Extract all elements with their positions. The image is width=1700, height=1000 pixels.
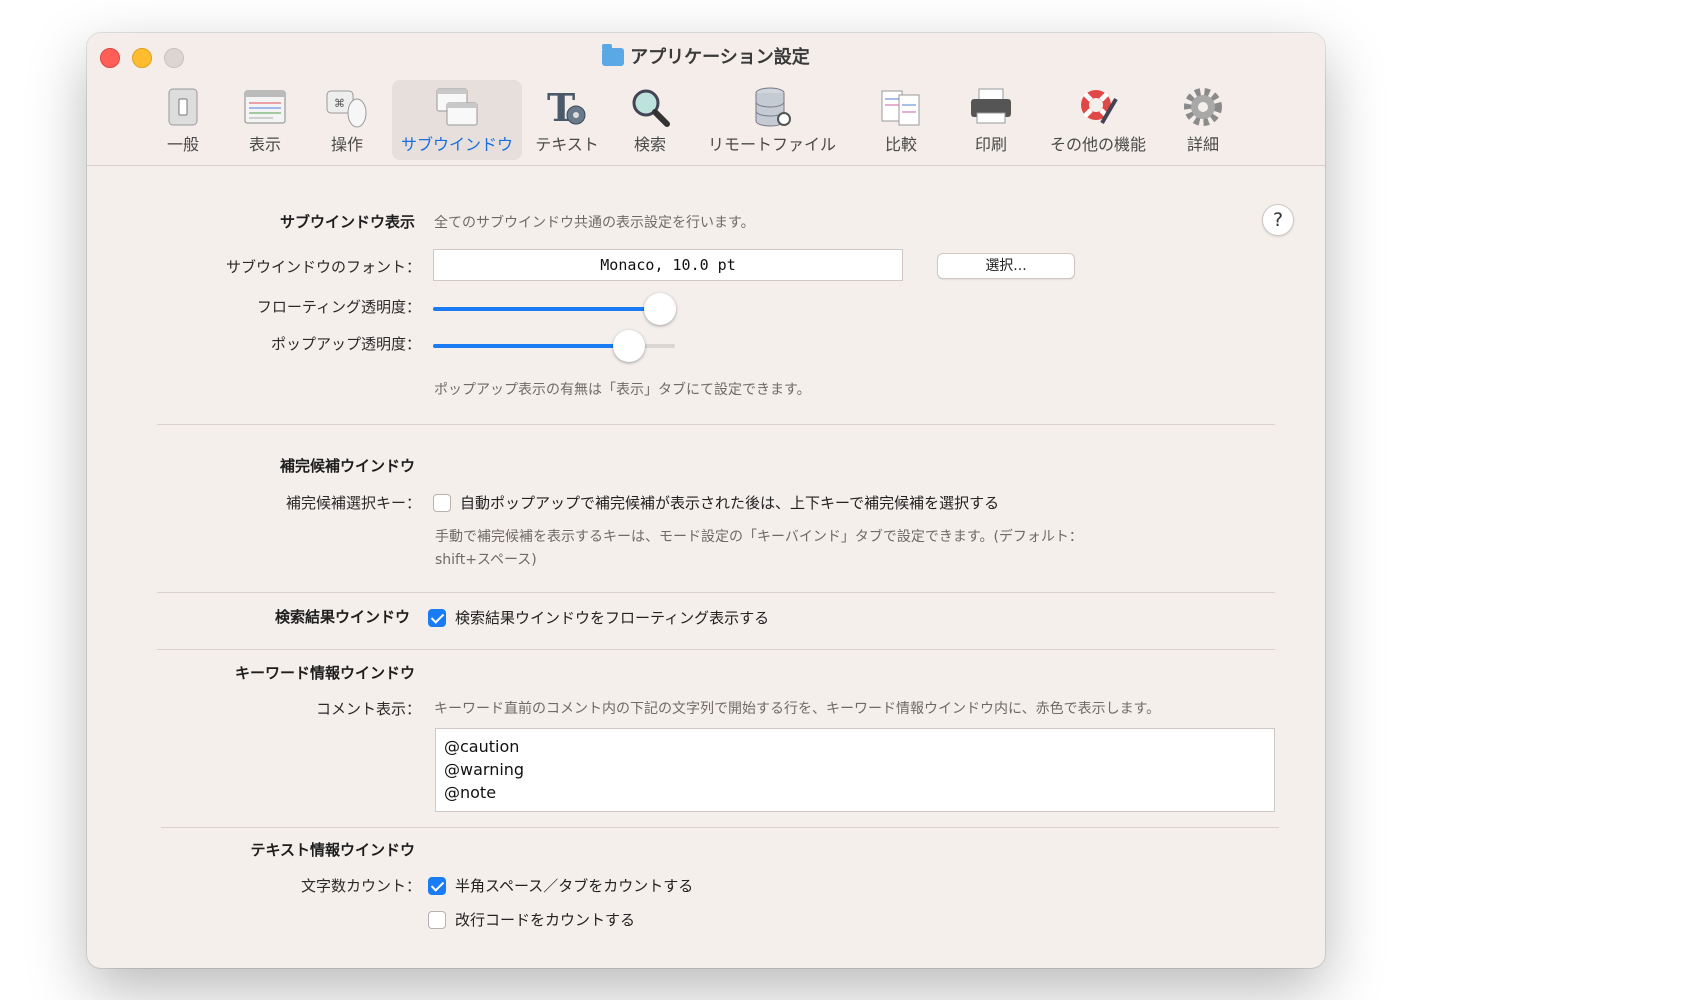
tab-search[interactable]: 検索 — [617, 80, 683, 160]
char-count-label: 文字数カウント： — [300, 877, 421, 895]
subwindow-font-label: サブウインドウのフォント： — [225, 258, 421, 276]
svg-text:⌘: ⌘ — [334, 97, 345, 110]
tab-details[interactable]: 詳細 — [1171, 80, 1235, 160]
tab-subwindow[interactable]: サブウインドウ — [392, 80, 522, 160]
window-title: アプリケーション設定 — [87, 43, 1325, 69]
count-newlines-checkbox[interactable] — [428, 911, 446, 929]
title-bar: アプリケーション設定 一般 表示 ⌘ 操作 サブウインドウ T テキスト 検索 … — [87, 33, 1325, 166]
subwindow-font-field[interactable]: Monaco, 10.0 pt — [433, 249, 903, 281]
separator — [161, 827, 1279, 828]
lifebuoy-pen-icon — [1081, 90, 1118, 125]
tab-other-features[interactable]: その他の機能 — [1043, 80, 1153, 160]
comment-keyword-line: @note — [444, 783, 497, 802]
tab-remote-file[interactable]: リモートファイル — [697, 80, 847, 160]
settings-content: ? サブウインドウ表示 全てのサブウインドウ共通の表示設定を行います。 サブウイ… — [87, 166, 1325, 968]
window-grid-icon — [244, 90, 286, 124]
keyword-info-heading: キーワード情報ウインドウ — [234, 664, 415, 682]
floating-opacity-knob[interactable] — [644, 293, 677, 325]
comment-keyword-line: @warning — [444, 760, 525, 779]
completion-key-label: 補完候補選択キー： — [285, 494, 421, 512]
separator — [157, 592, 1275, 593]
preferences-window: アプリケーション設定 一般 表示 ⌘ 操作 サブウインドウ T テキスト 検索 … — [87, 33, 1325, 968]
printer-icon — [971, 88, 1011, 124]
text-info-heading: テキスト情報ウインドウ — [250, 841, 415, 859]
floating-opacity-slider[interactable] — [433, 293, 677, 325]
tab-text[interactable]: T テキスト — [527, 80, 607, 160]
completion-note-line2: shift+スペース) — [435, 552, 537, 568]
compare-docs-icon — [881, 90, 920, 126]
floating-opacity-label: フローティング透明度： — [256, 298, 421, 316]
tab-display[interactable]: 表示 — [230, 80, 300, 160]
comment-display-label: コメント表示： — [315, 700, 421, 718]
popup-opacity-fill — [433, 344, 630, 348]
tab-print[interactable]: 印刷 — [959, 80, 1023, 160]
help-button[interactable]: ? — [1262, 204, 1294, 236]
database-icon — [755, 87, 791, 127]
select-font-button[interactable]: 選択... — [937, 253, 1075, 279]
search-results-heading: 検索結果ウインドウ — [274, 608, 410, 626]
separator — [157, 424, 1275, 425]
popup-opacity-slider[interactable] — [433, 330, 675, 362]
count-spaces-label[interactable]: 半角スペース／タブをカウントする — [455, 875, 693, 896]
completion-key-checkbox[interactable] — [433, 494, 451, 512]
subwindow-display-description: 全てのサブウインドウ共通の表示設定を行います。 — [434, 215, 755, 231]
tab-operation[interactable]: ⌘ 操作 — [313, 80, 381, 160]
count-spaces-checkbox[interactable] — [428, 877, 446, 895]
comment-keyword-line: @caution — [444, 737, 520, 756]
text-gear-icon: T — [547, 85, 586, 129]
separator — [157, 649, 1275, 650]
popup-note: ポップアップ表示の有無は「表示」タブにて設定できます。 — [434, 382, 811, 398]
gear-icon — [1184, 88, 1222, 126]
search-results-floating-label[interactable]: 検索結果ウインドウをフローティング表示する — [455, 607, 769, 628]
subwindow-icon — [436, 88, 478, 126]
tab-compare[interactable]: 比較 — [869, 80, 933, 160]
tab-general[interactable]: 一般 — [149, 80, 217, 160]
folder-icon — [602, 44, 625, 66]
completion-note-line1: 手動で補完候補を表示するキーは、モード設定の「キーバインド」タブで設定できます。… — [435, 529, 1083, 545]
keyboard-mouse-icon: ⌘ — [326, 90, 367, 128]
popup-opacity-label: ポップアップ透明度： — [270, 335, 421, 353]
magnifier-icon — [632, 89, 670, 127]
subwindow-display-heading: サブウインドウ表示 — [279, 213, 415, 231]
popup-opacity-knob[interactable] — [613, 330, 646, 362]
completion-key-checkbox-label[interactable]: 自動ポップアップで補完候補が表示された後は、上下キーで補完候補を選択する — [460, 492, 999, 513]
count-newlines-label[interactable]: 改行コードをカウントする — [455, 909, 635, 930]
floating-opacity-fill — [433, 307, 661, 311]
switch-icon — [168, 88, 198, 126]
completion-heading: 補完候補ウインドウ — [279, 457, 415, 475]
comment-display-description: キーワード直前のコメント内の下記の文字列で開始する行を、キーワード情報ウインドウ… — [434, 701, 1161, 717]
search-results-floating-checkbox[interactable] — [428, 609, 446, 627]
comment-keywords-textarea[interactable]: @caution @warning @note — [435, 728, 1275, 812]
